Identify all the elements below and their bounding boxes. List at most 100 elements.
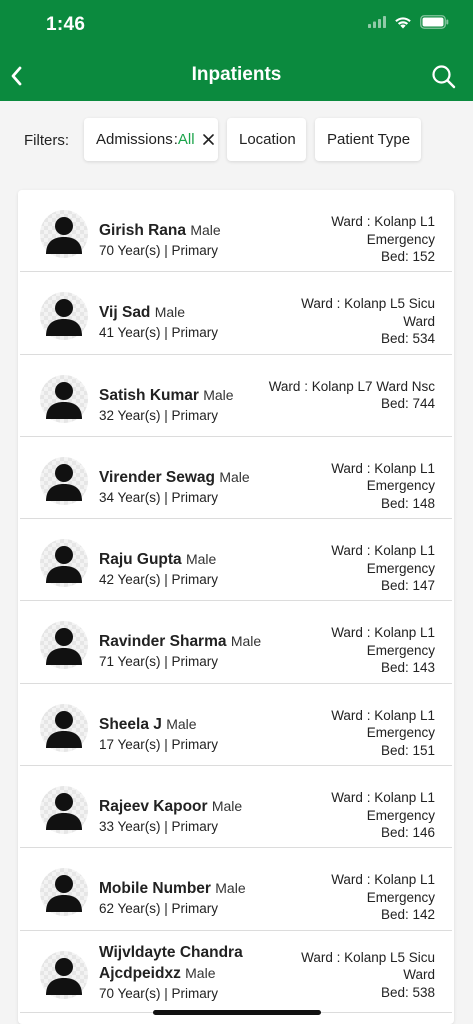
patient-gender: Male [190, 222, 221, 238]
ward-line-2: Emergency [366, 560, 435, 576]
close-icon [202, 134, 214, 145]
home-indicator [153, 1010, 321, 1015]
ward-line-2: Emergency [366, 231, 435, 247]
person-avatar-icon [46, 546, 82, 584]
bed-number: Bed: 538 [380, 984, 435, 1000]
ward-line-2: Emergency [366, 642, 435, 658]
search-button[interactable] [429, 62, 457, 90]
patient-row[interactable]: Virender Sewag Male 34 Year(s) | Primary… [20, 437, 452, 520]
admissions-filter-chip[interactable]: Admissions: All [84, 118, 218, 161]
ward-line-1: Ward : Kolanp L5 Sicu [301, 949, 435, 965]
battery-icon [420, 15, 449, 29]
ward-info: Ward : Kolanp L1 Emergency Bed: 146 [245, 789, 435, 842]
patient-gender: Male [185, 551, 217, 568]
ward-line-1: Ward : Kolanp L5 Sicu [301, 296, 435, 312]
ward-line-1: Ward : Kolanp L1 [331, 707, 435, 723]
ward-info: Ward : Kolanp L1 Emergency Bed: 147 [245, 542, 435, 595]
person-avatar-icon [46, 299, 82, 337]
ward-info: Ward : Kolanp L1 Emergency Bed: 148 [245, 460, 435, 513]
person-avatar-icon [46, 710, 82, 748]
patient-name: Sheela J [99, 715, 162, 733]
patient-gender: Male [203, 386, 234, 403]
patient-name: Vij Sad [99, 304, 151, 322]
patient-gender: Male [154, 304, 186, 321]
ward-line-2: Emergency [366, 807, 435, 823]
patient-name: Mobile Number [99, 880, 211, 898]
ward-info: Ward : Kolanp L1 Emergency Bed: 151 [245, 707, 435, 760]
ward-line-2: Emergency [366, 725, 435, 741]
bed-number: Bed: 143 [380, 660, 435, 676]
patient-type-filter-chip[interactable]: Patient Type [315, 118, 421, 161]
inpatient-list: Girish Rana Male 70 Year(s) | Primary Wa… [18, 190, 454, 1024]
ward-line-1: Ward : Kolanp L1 [331, 872, 435, 888]
avatar [40, 868, 88, 917]
patient-name: Ravinder Sharma [99, 633, 227, 651]
patient-name: Wijvldayte Chandra Ajcdpeidxz [99, 943, 243, 982]
bed-number: Bed: 147 [380, 578, 435, 594]
bed-number: Bed: 148 [380, 495, 435, 511]
patient-gender: Male [185, 964, 216, 981]
admissions-filter-label: Admissions [96, 131, 173, 148]
bed-number: Bed: 151 [380, 742, 435, 758]
signal-icon [368, 16, 386, 28]
ward-info: Ward : Kolanp L5 Sicu Ward Bed: 538 [245, 949, 435, 1002]
avatar [40, 210, 88, 258]
patient-row[interactable]: Raju Gupta Male 42 Year(s) | Primary War… [20, 519, 452, 602]
avatar [40, 786, 88, 835]
person-avatar-icon [46, 217, 82, 254]
bed-number: Bed: 744 [380, 396, 435, 412]
ward-line-2: Ward [403, 967, 435, 983]
person-avatar-icon [46, 381, 82, 419]
person-avatar-icon [46, 875, 82, 913]
location-filter-chip[interactable]: Location [227, 118, 306, 161]
patient-row[interactable]: Satish Kumar Male 32 Year(s) | Primary W… [20, 355, 452, 437]
avatar [40, 621, 88, 670]
ward-info: Ward : Kolanp L5 Sicu Ward Bed: 534 [245, 295, 435, 348]
wifi-icon [395, 16, 411, 28]
ward-info: Ward : Kolanp L1 Emergency Bed: 143 [245, 624, 435, 677]
clear-admissions-filter-button[interactable] [202, 134, 214, 145]
person-avatar-icon [46, 793, 82, 831]
ward-line-1: Ward : Kolanp L1 [331, 214, 435, 229]
avatar [40, 456, 88, 505]
patient-type-filter-label: Patient Type [327, 131, 411, 148]
person-avatar-icon [46, 463, 82, 501]
ward-info: Ward : Kolanp L7 Ward Nsc Bed: 744 [245, 378, 435, 413]
patient-name: Virender Sewag [99, 468, 216, 486]
ward-info: Ward : Kolanp L1 Emergency Bed: 152 [245, 213, 435, 266]
patient-row[interactable]: Girish Rana Male 70 Year(s) | Primary Wa… [20, 190, 452, 273]
patient-gender: Male [215, 880, 246, 897]
ward-line-2: Ward [403, 313, 435, 329]
ward-line-2: Emergency [366, 478, 435, 494]
page-title: Inpatients [191, 64, 282, 85]
ward-line-1: Ward : Kolanp L1 [331, 625, 435, 641]
ward-line-2: Emergency [366, 889, 435, 905]
location-filter-label: Location [239, 131, 296, 148]
ward-line-1: Ward : Kolanp L1 [331, 460, 435, 476]
ward-info: Ward : Kolanp L1 Emergency Bed: 142 [245, 871, 435, 924]
patient-row[interactable]: Vij Sad Male 41 Year(s) | Primary Ward :… [20, 272, 452, 355]
ward-line-1: Ward : Kolanp L7 Ward Nsc [268, 378, 435, 394]
patient-name: Raju Gupta [99, 551, 182, 569]
patient-gender: Male [211, 798, 243, 815]
patient-name: Rajeev Kapoor [99, 798, 208, 816]
avatar [40, 374, 88, 423]
person-avatar-icon [46, 957, 82, 995]
bed-number: Bed: 146 [380, 825, 435, 841]
patient-name: Satish Kumar [99, 386, 199, 404]
ward-line-1: Ward : Kolanp L1 [331, 543, 435, 559]
admissions-filter-value: All [177, 131, 195, 148]
patient-row[interactable]: Rajeev Kapoor Male 33 Year(s) | Primary … [20, 766, 452, 849]
patient-row[interactable]: Sheela J Male 17 Year(s) | Primary Ward … [20, 684, 452, 767]
bed-number: Bed: 534 [380, 331, 435, 347]
ward-line-1: Ward : Kolanp L1 [331, 790, 435, 806]
patient-row[interactable]: Wijvldayte Chandra Ajcdpeidxz Male 70 Ye… [20, 931, 452, 1013]
bed-number: Bed: 142 [380, 907, 435, 923]
avatar [40, 950, 88, 999]
search-icon [431, 64, 455, 88]
bed-number: Bed: 152 [380, 249, 435, 264]
filters-label: Filters: [24, 132, 69, 149]
patient-row[interactable]: Mobile Number Male 62 Year(s) | Primary … [20, 848, 452, 931]
patient-row[interactable]: Ravinder Sharma Male 71 Year(s) | Primar… [20, 601, 452, 684]
status-time: 1:46 [46, 14, 86, 35]
